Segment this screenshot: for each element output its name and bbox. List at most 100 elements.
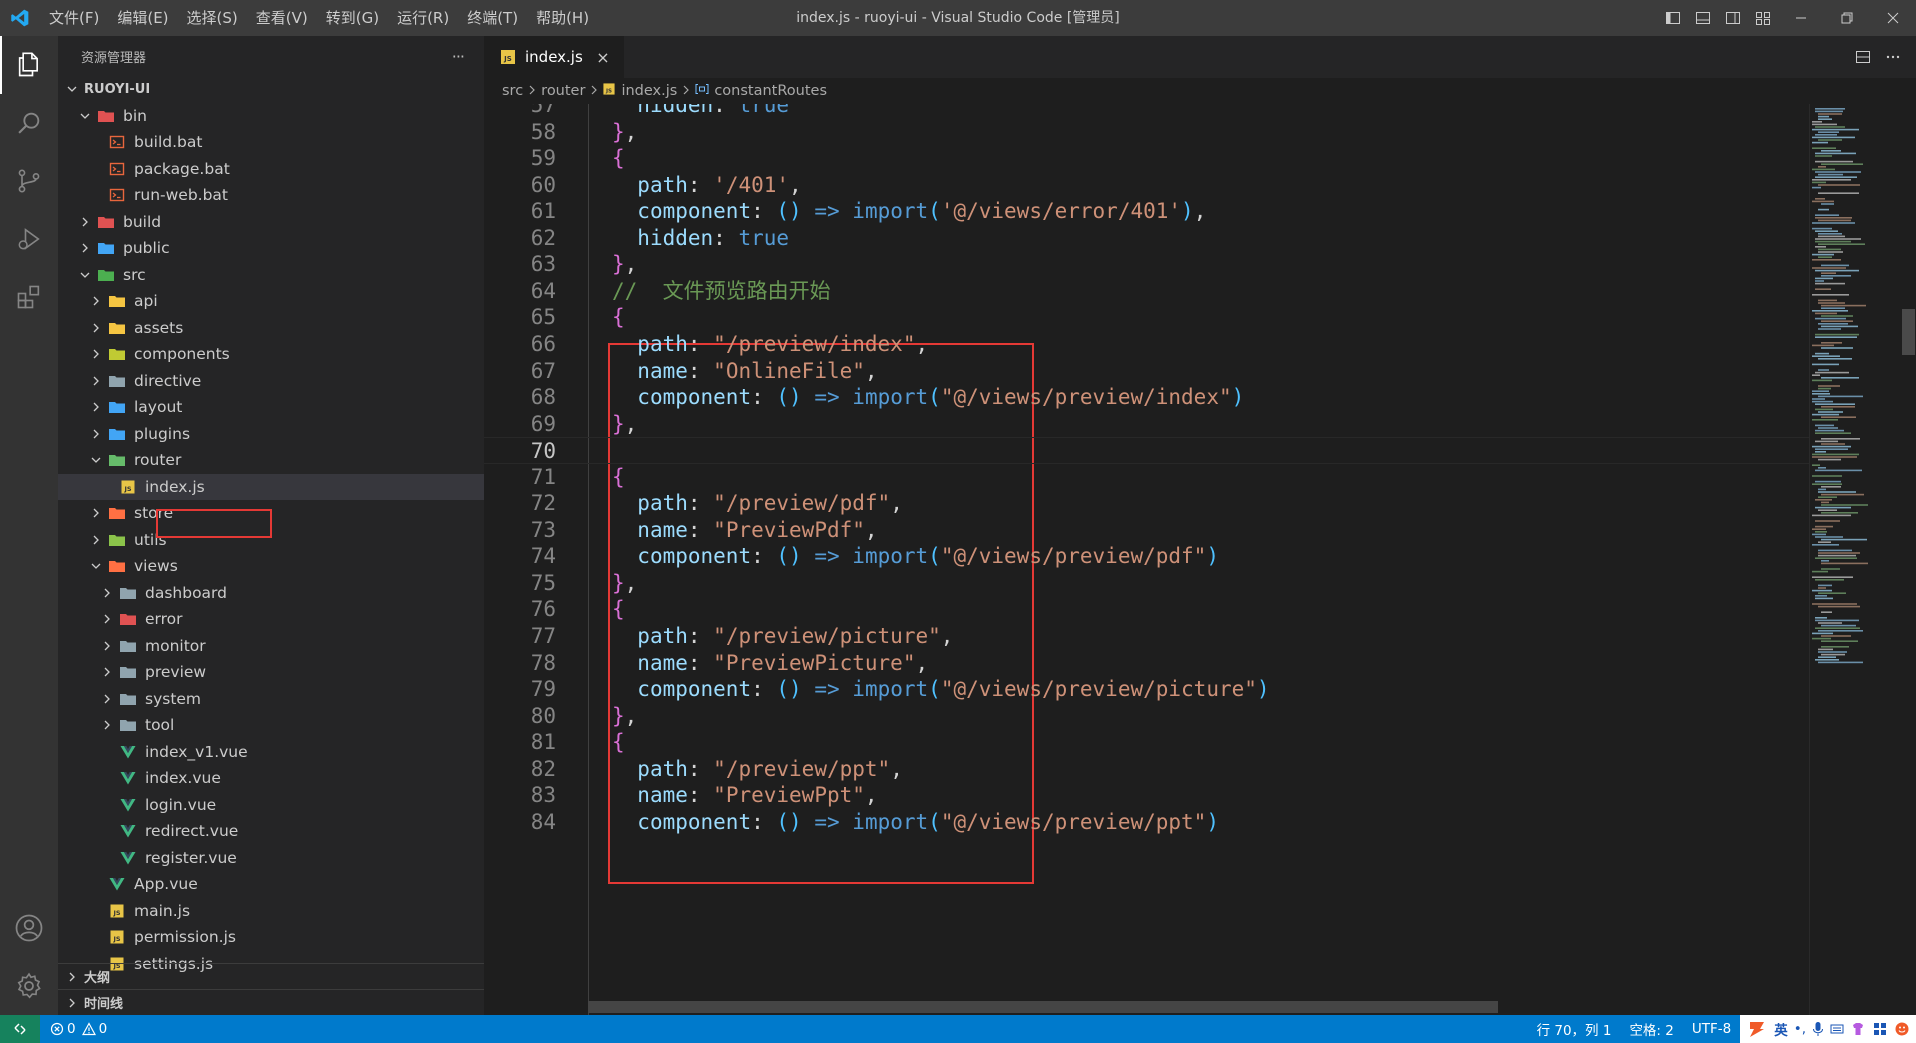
code-line[interactable]: 67 name: "OnlineFile", [484, 358, 1809, 385]
code-line[interactable]: 72 path: "/preview/pdf", [484, 490, 1809, 517]
code-line[interactable]: 83 name: "PreviewPpt", [484, 782, 1809, 809]
breadcrumb-item[interactable]: index.js [621, 83, 677, 99]
cursor-position[interactable]: 行 70，列 1 [1528, 1019, 1621, 1039]
tree-folder[interactable]: system [58, 686, 484, 713]
menu-item[interactable]: 终端(T) [458, 0, 527, 36]
vertical-scrollbar-thumb[interactable] [1902, 309, 1915, 355]
tree-folder[interactable]: src [58, 262, 484, 289]
menu-item[interactable]: 选择(S) [178, 0, 247, 36]
more-actions-icon[interactable] [1878, 36, 1908, 78]
code-line[interactable]: 65 { [484, 304, 1809, 331]
source-control-icon[interactable] [0, 152, 58, 210]
explorer-more-actions-icon[interactable]: ··· [452, 47, 465, 66]
menu-item[interactable]: 帮助(H) [527, 0, 598, 36]
chevron-down-icon[interactable] [88, 558, 104, 574]
code-line[interactable]: 78 name: "PreviewPicture", [484, 650, 1809, 677]
explorer-root-section[interactable]: RUOYI-UI [58, 76, 484, 103]
chevron-right-icon[interactable] [88, 399, 104, 415]
code-line[interactable]: 57 hidden: true [484, 104, 1809, 119]
sidebar-section-0[interactable]: 大纲 [58, 963, 484, 989]
chevron-right-icon[interactable] [99, 585, 115, 601]
code-editor[interactable]: 57 hidden: true 58}, 59{60 path: '/401', 61… [484, 104, 1809, 1015]
sidebar-section-1[interactable]: 时间线 [58, 989, 484, 1015]
chevron-right-icon[interactable] [88, 346, 104, 362]
chevron-right-icon[interactable] [99, 691, 115, 707]
tree-folder[interactable]: utils [58, 527, 484, 554]
code-line[interactable]: 64 // 文件预览路由开始 [484, 278, 1809, 305]
problems-indicator[interactable]: 0 0 [40, 1021, 107, 1037]
settings-gear-icon[interactable] [0, 957, 58, 1015]
extensions-icon[interactable] [0, 268, 58, 326]
menu-item[interactable]: 文件(F) [40, 0, 108, 36]
toggle-sidebar-icon[interactable] [1658, 0, 1688, 36]
chevron-right-icon[interactable] [88, 320, 104, 336]
customize-layout-icon[interactable] [1748, 0, 1778, 36]
menu-item[interactable]: 转到(G) [317, 0, 388, 36]
chevron-right-icon[interactable] [99, 664, 115, 680]
tree-folder[interactable]: preview [58, 659, 484, 686]
code-line[interactable]: 68 component: () => import("@/views/prev… [484, 384, 1809, 411]
tree-folder[interactable]: public [58, 235, 484, 262]
breadcrumb-item[interactable]: src [502, 83, 523, 99]
tree-folder[interactable]: router [58, 447, 484, 474]
code-line[interactable]: 81 { [484, 729, 1809, 756]
tree-folder[interactable]: assets [58, 315, 484, 342]
breadcrumb-item[interactable]: constantRoutes [714, 83, 827, 99]
account-icon[interactable] [0, 899, 58, 957]
chevron-right-icon[interactable] [88, 373, 104, 389]
tree-file[interactable]: package.bat [58, 156, 484, 183]
code-line[interactable]: 58}, [484, 119, 1809, 146]
tree-folder[interactable]: store [58, 500, 484, 527]
toggle-secondary-sidebar-icon[interactable] [1718, 0, 1748, 36]
chevron-down-icon[interactable] [77, 108, 93, 124]
tree-folder[interactable]: plugins [58, 421, 484, 448]
chevron-down-icon[interactable] [77, 267, 93, 283]
chevron-right-icon[interactable] [99, 611, 115, 627]
code-line[interactable]: 71 { [484, 464, 1809, 491]
code-line[interactable]: 74 component: () => import("@/views/prev… [484, 543, 1809, 570]
tree-file[interactable]: JS main.js [58, 898, 484, 925]
horizontal-scrollbar-thumb[interactable] [588, 1001, 1498, 1013]
tab-close-icon[interactable]: × [594, 48, 612, 67]
tree-file[interactable]: login.vue [58, 792, 484, 819]
code-line[interactable]: 60 path: '/401', [484, 172, 1809, 199]
indentation[interactable]: 空格: 2 [1620, 1019, 1682, 1039]
vertical-scrollbar[interactable] [1901, 104, 1916, 1015]
chevron-right-icon[interactable] [77, 240, 93, 256]
code-line[interactable]: 75}, [484, 570, 1809, 597]
run-debug-icon[interactable] [0, 210, 58, 268]
tree-folder[interactable]: directive [58, 368, 484, 395]
tree-folder[interactable]: bin [58, 103, 484, 130]
close-window-icon[interactable] [1870, 0, 1916, 36]
chevron-right-icon[interactable] [99, 638, 115, 654]
chevron-down-icon[interactable] [88, 452, 104, 468]
chevron-down-icon[interactable] [64, 81, 80, 97]
tree-file[interactable]: redirect.vue [58, 818, 484, 845]
breadcrumb-item[interactable]: router [541, 83, 585, 99]
encoding[interactable]: UTF-8 [1683, 1021, 1740, 1037]
ime-toolbar[interactable]: 英 •, [1740, 1015, 1916, 1043]
code-line[interactable]: 80}, [484, 703, 1809, 730]
chevron-right-icon[interactable] [88, 293, 104, 309]
tree-folder[interactable]: layout [58, 394, 484, 421]
remote-indicator-icon[interactable] [0, 1015, 40, 1043]
tree-file[interactable]: App.vue [58, 871, 484, 898]
tree-folder[interactable]: views [58, 553, 484, 580]
explorer-icon[interactable] [0, 36, 58, 94]
tree-file[interactable]: register.vue [58, 845, 484, 872]
code-line[interactable]: 73 name: "PreviewPdf", [484, 517, 1809, 544]
tree-folder[interactable]: components [58, 341, 484, 368]
chevron-right-icon[interactable] [77, 214, 93, 230]
code-line[interactable]: 62 hidden: true [484, 225, 1809, 252]
menu-item[interactable]: 查看(V) [247, 0, 317, 36]
code-line[interactable]: 79 component: () => import("@/views/prev… [484, 676, 1809, 703]
tree-folder[interactable]: dashboard [58, 580, 484, 607]
code-line[interactable]: 66 path: "/preview/index", [484, 331, 1809, 358]
code-line[interactable]: 59 { [484, 145, 1809, 172]
code-line[interactable]: 77 path: "/preview/picture", [484, 623, 1809, 650]
split-editor-icon[interactable] [1848, 36, 1878, 78]
tree-file[interactable]: JS index.js [58, 473, 484, 500]
code-line[interactable]: 84 component: () => import("@/views/prev… [484, 809, 1809, 836]
toggle-panel-icon[interactable] [1688, 0, 1718, 36]
tree-file[interactable]: build.bat [58, 129, 484, 156]
